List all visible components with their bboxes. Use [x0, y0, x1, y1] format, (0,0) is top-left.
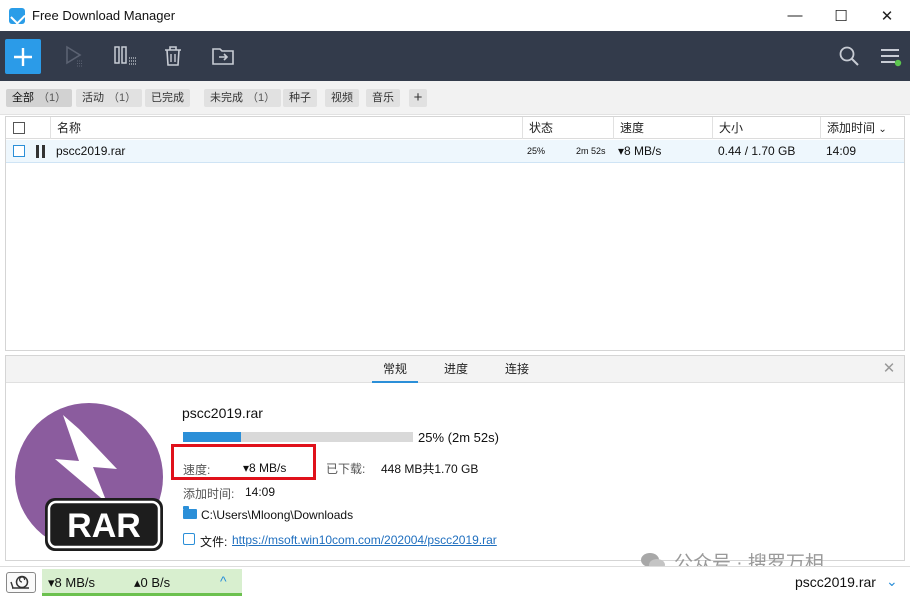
main-toolbar — [0, 31, 910, 81]
filter-music[interactable]: 音乐 — [366, 89, 400, 107]
added-time-label: 添加时间: — [183, 487, 235, 501]
play-icon — [66, 45, 83, 67]
filter-count: （1） — [38, 92, 67, 104]
add-icon — [14, 47, 32, 66]
rar-file-icon: RAR — [15, 403, 163, 551]
row-added-time: 14:09 — [826, 144, 857, 158]
menu-icon — [881, 49, 902, 67]
filter-label: 已完成 — [151, 92, 184, 104]
detail-file-name: pscc2019.rar — [182, 405, 263, 421]
column-speed[interactable]: 速度 — [613, 117, 712, 139]
traffic-summary[interactable]: ▾8 MB/s ▴0 B/s ^ — [42, 569, 242, 596]
main-menu-button[interactable] — [877, 43, 903, 69]
filter-label: 活动 — [82, 92, 104, 104]
table-row[interactable]: pscc2019.rar 25% 2m 52s ▾8 MB/s 0.44 / 1… — [6, 140, 904, 163]
rar-logo-text: RAR — [67, 507, 141, 545]
speed-label: 速度: — [183, 463, 211, 477]
progress-fill — [183, 432, 241, 442]
row-size: 0.44 / 1.70 GB — [718, 144, 796, 158]
current-file-name: pscc2019.rar — [795, 574, 876, 590]
progress-bar — [183, 432, 413, 442]
search-icon — [839, 46, 859, 66]
filter-label: 全部 — [12, 92, 34, 104]
chevron-down-icon[interactable]: ⌄ — [886, 573, 898, 590]
downloads-table: 名称 状态 速度 大小 添加时间 ⌄ pscc2019.rar 25% 2m 5… — [5, 116, 905, 351]
downloaded-value: 448 MB共1.70 GB — [381, 462, 479, 476]
filter-active[interactable]: 活动 （1） — [76, 89, 143, 107]
download-speed: ▾8 MB/s — [48, 575, 95, 590]
select-all-checkbox[interactable] — [13, 122, 25, 134]
column-added-label: 添加时间 — [827, 121, 876, 135]
close-details-icon[interactable]: ✕ — [882, 361, 896, 376]
column-added-time[interactable]: 添加时间 ⌄ — [820, 117, 904, 139]
tab-connections[interactable]: 连接 — [494, 356, 540, 383]
filter-label: 未完成 — [210, 92, 243, 104]
sort-chevron-icon: ⌄ — [878, 124, 887, 135]
column-status[interactable]: 状态 — [522, 117, 613, 139]
speed-limit-button[interactable] — [6, 572, 36, 593]
pause-icon[interactable] — [36, 145, 46, 158]
close-button[interactable]: ✕ — [864, 0, 910, 31]
filter-count: （1） — [108, 92, 137, 104]
folder-move-icon — [212, 48, 234, 65]
filter-video[interactable]: 视频 — [325, 89, 359, 107]
column-size[interactable]: 大小 — [712, 117, 820, 139]
upload-speed: ▴0 B/s — [134, 575, 171, 590]
move-folder-button[interactable] — [210, 43, 236, 69]
details-panel: 常规 进度 连接 ✕ RAR pscc2019.rar 25% (2m 52s)… — [5, 355, 905, 561]
pause-all-button[interactable] — [112, 43, 138, 69]
window-controls: — ☐ ✕ — [772, 0, 910, 31]
chevron-up-icon[interactable]: ^ — [220, 573, 227, 589]
file-url-link[interactable]: https://msoft.win10com.com/202004/pscc20… — [232, 533, 497, 547]
speed-value: ▾8 MB/s — [243, 461, 287, 475]
tab-general[interactable]: 常规 — [372, 356, 418, 383]
column-name[interactable]: 名称 — [50, 117, 522, 139]
row-file-name: pscc2019.rar — [56, 144, 126, 158]
filter-label: 音乐 — [372, 92, 394, 104]
filter-incomplete[interactable]: 未完成 （1） — [204, 89, 282, 107]
add-filter-button[interactable]: + — [409, 89, 427, 107]
filter-count: （1） — [247, 92, 276, 104]
filter-torrents[interactable]: 种子 — [283, 89, 317, 107]
filter-completed[interactable]: 已完成 — [145, 89, 190, 107]
search-button[interactable] — [836, 43, 862, 69]
row-status-eta: 2m 52s — [576, 146, 606, 156]
status-bar: ▾8 MB/s ▴0 B/s ^ pscc2019.rar ⌄ — [0, 566, 910, 598]
add-download-button[interactable] — [5, 39, 41, 74]
fdm-app-icon — [9, 7, 25, 24]
resume-button[interactable] — [61, 43, 87, 69]
pause-all-icon — [114, 46, 136, 65]
file-label: 文件: — [200, 535, 228, 549]
folder-icon — [183, 506, 197, 519]
trash-icon — [165, 46, 181, 66]
filter-bar: 全部 （1） 活动 （1） 已完成 未完成 （1） 种子 视频 音乐 + — [0, 81, 910, 115]
delete-button[interactable] — [160, 43, 186, 69]
folder-path[interactable]: C:\Users\Mloong\Downloads — [201, 508, 353, 522]
tab-progress[interactable]: 进度 — [433, 356, 479, 383]
minimize-button[interactable]: — — [772, 0, 818, 31]
row-speed: ▾8 MB/s — [618, 144, 662, 158]
details-tabs: 常规 进度 连接 ✕ — [6, 356, 904, 383]
maximize-button[interactable]: ☐ — [818, 0, 864, 31]
filter-label: 种子 — [289, 92, 311, 104]
table-header: 名称 状态 速度 大小 添加时间 ⌄ — [6, 117, 904, 139]
added-time-value: 14:09 — [245, 485, 276, 499]
snail-icon — [10, 575, 29, 589]
window-title: Free Download Manager — [32, 8, 176, 23]
row-status-percent: 25% — [527, 146, 546, 156]
filter-label: 视频 — [331, 92, 353, 104]
downloaded-label: 已下载: — [326, 462, 366, 476]
progress-text: 25% (2m 52s) — [418, 430, 499, 445]
title-bar: Free Download Manager — ☐ ✕ — [0, 0, 910, 31]
filter-all[interactable]: 全部 （1） — [6, 89, 73, 107]
row-checkbox[interactable] — [13, 145, 25, 157]
open-link-icon — [183, 533, 195, 545]
